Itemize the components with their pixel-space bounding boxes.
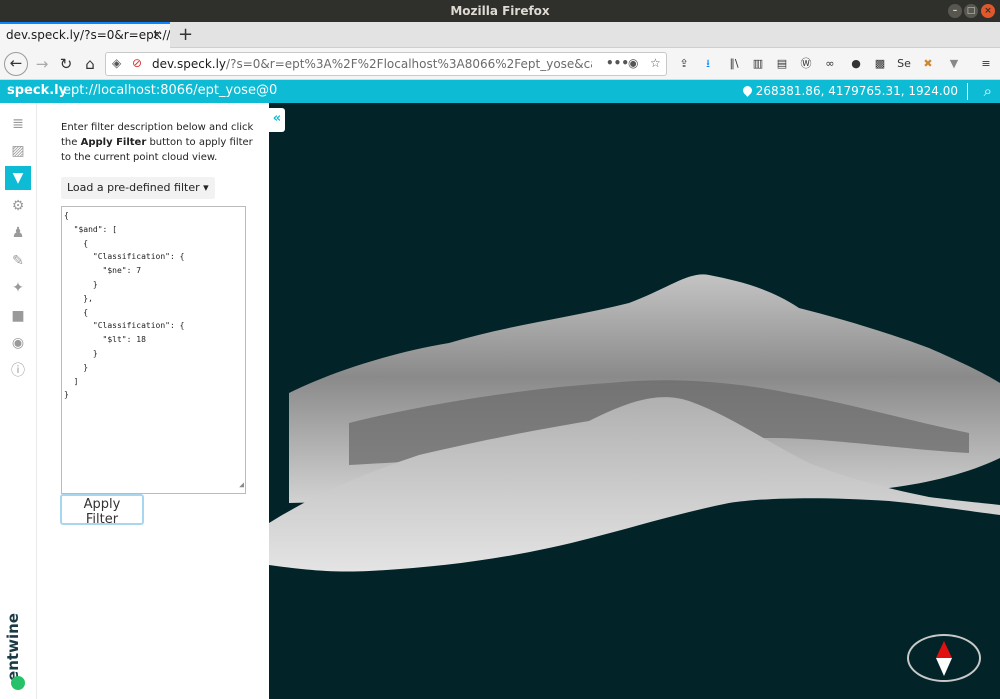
coordinate-readout: 268381.86, 4179765.31, 1924.00 bbox=[740, 84, 958, 98]
back-icon[interactable]: ← bbox=[4, 52, 28, 76]
filter-icon[interactable]: ▼ bbox=[5, 166, 31, 190]
predefined-filter-dropdown[interactable]: Load a pre-defined filter ▾ bbox=[61, 177, 215, 199]
selenium-icon[interactable]: Se bbox=[896, 56, 912, 72]
vue-icon[interactable]: ▼ bbox=[946, 56, 962, 72]
bookmark-star-icon[interactable]: ☆ bbox=[650, 56, 661, 70]
download-icon[interactable]: ⭳ bbox=[700, 56, 716, 72]
more-icon[interactable]: ••• bbox=[606, 56, 629, 70]
video-icon[interactable]: ■ bbox=[5, 304, 31, 328]
resource-path: ept://localhost:8066/ept_yose@0 bbox=[63, 83, 278, 98]
compass-needle-icon bbox=[936, 641, 952, 676]
database-icon[interactable]: ≣ bbox=[5, 112, 31, 136]
sidebar-icon[interactable]: ▥ bbox=[750, 56, 766, 72]
maximize-icon[interactable]: □ bbox=[964, 4, 978, 18]
brand-title[interactable]: speck.ly bbox=[7, 83, 67, 98]
window-title: Mozilla Firefox bbox=[450, 4, 550, 18]
info-icon[interactable]: ⓘ bbox=[5, 359, 31, 383]
entwine-logo: entwine bbox=[4, 608, 29, 690]
puzzle-x-icon[interactable]: ✖ bbox=[920, 56, 936, 72]
point-cloud-viewer[interactable] bbox=[269, 103, 1000, 699]
filter-editor[interactable]: { "$and": [ { "Classification": { "$ne":… bbox=[61, 206, 246, 494]
collapse-panel-icon[interactable]: « bbox=[269, 108, 285, 132]
new-tab-icon[interactable]: + bbox=[178, 24, 193, 45]
account-icon[interactable]: ● bbox=[848, 56, 864, 72]
caret-down-icon: ▾ bbox=[203, 181, 209, 194]
entwine-logo-icon bbox=[11, 676, 25, 690]
cogs-icon[interactable]: ⚙ bbox=[5, 194, 31, 218]
eye-icon[interactable]: ◉ bbox=[5, 331, 31, 355]
reader-icon[interactable]: ▤ bbox=[774, 56, 790, 72]
tab-strip: dev.speck.ly/?s=0&r=ept://lc ✕ + bbox=[0, 22, 1000, 48]
header-divider bbox=[967, 83, 968, 100]
extension-w-icon[interactable]: Ⓦ bbox=[798, 56, 814, 72]
point-cloud-render bbox=[269, 274, 1000, 572]
window-titlebar: Mozilla Firefox – □ × bbox=[0, 0, 1000, 22]
navigation-bar: ← → ↻ ⌂ ◈ ⊘ dev.speck.ly/?s=0&r=ept%3A%2… bbox=[0, 48, 1000, 80]
apply-filter-button[interactable]: Apply Filter bbox=[60, 494, 144, 527]
tab-close-icon[interactable]: ✕ bbox=[152, 28, 162, 42]
magic-icon[interactable]: ✦ bbox=[5, 276, 31, 300]
browser-tab[interactable]: dev.speck.ly/?s=0&r=ept://lc ✕ bbox=[0, 22, 170, 48]
pocket-icon[interactable]: ◉ bbox=[628, 56, 638, 70]
minimize-icon[interactable]: – bbox=[948, 4, 962, 18]
location-pin-icon bbox=[740, 84, 754, 97]
home-icon[interactable]: ⌂ bbox=[78, 52, 102, 76]
wrench-icon[interactable]: ✎ bbox=[5, 249, 31, 273]
forward-icon[interactable]: → bbox=[30, 52, 54, 76]
filter-description: Enter filter description below and click… bbox=[61, 122, 254, 163]
close-icon[interactable]: × bbox=[981, 4, 995, 18]
resize-handle-icon[interactable]: ◢ bbox=[239, 478, 244, 492]
compass-widget[interactable] bbox=[907, 634, 981, 682]
app-header: speck.ly ept://localhost:8066/ept_yose@0… bbox=[0, 80, 1000, 103]
image-icon[interactable]: ▨ bbox=[5, 139, 31, 163]
reload-icon[interactable]: ↻ bbox=[54, 52, 78, 76]
search-icon[interactable]: ⌕ bbox=[984, 82, 992, 100]
url-bar[interactable]: ◈ ⊘ dev.speck.ly/?s=0&r=ept%3A%2F%2Floca… bbox=[105, 52, 667, 76]
screenshot-icon[interactable]: ⇪ bbox=[676, 56, 692, 72]
menu-icon[interactable]: ≡ bbox=[978, 56, 994, 72]
url-text[interactable]: dev.speck.ly/?s=0&r=ept%3A%2F%2Flocalhos… bbox=[152, 57, 592, 71]
insecure-lock-icon[interactable]: ⊘ bbox=[132, 56, 142, 70]
tab-title: dev.speck.ly/?s=0&r=ept://lc bbox=[6, 28, 170, 42]
shield-icon[interactable]: ◈ bbox=[112, 56, 121, 70]
tool-rail: ≣ ▨ ▼ ⚙ ♟ ✎ ✦ ■ ◉ ⓘ entwine bbox=[0, 103, 37, 699]
extension-grid-icon[interactable]: ▩ bbox=[872, 56, 888, 72]
library-icon[interactable]: ∥\ bbox=[726, 56, 742, 72]
glasses-icon[interactable]: ∞ bbox=[822, 56, 838, 72]
measure-icon[interactable]: ♟ bbox=[5, 221, 31, 245]
filter-panel: Enter filter description below and click… bbox=[37, 103, 269, 699]
